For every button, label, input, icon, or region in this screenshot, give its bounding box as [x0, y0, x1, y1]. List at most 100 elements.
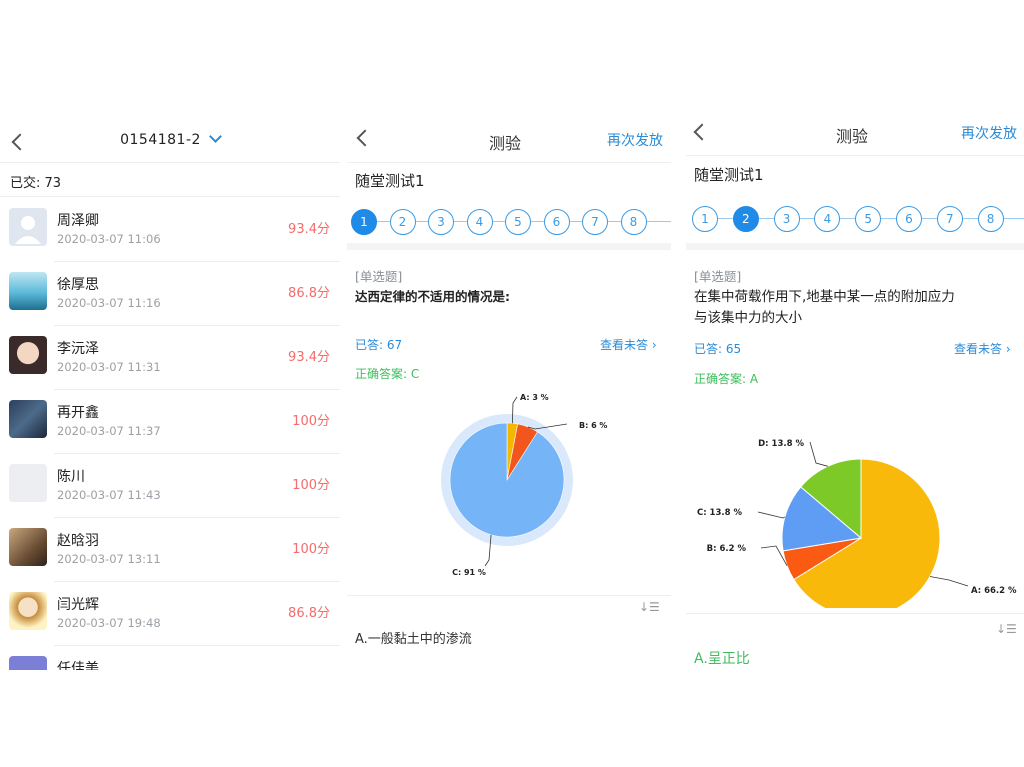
student-row[interactable]: 周泽卿 2020-03-07 11:06 93.4分: [0, 198, 340, 262]
student-score: 93.4分: [288, 350, 330, 365]
avatar: [9, 656, 47, 670]
question-text-line2: 与该集中力的大小: [694, 310, 802, 326]
divider: [0, 196, 340, 197]
student-row[interactable]: 李沅泽 2020-03-07 11:31 93.4分: [0, 326, 340, 390]
question-step-4[interactable]: 4: [814, 206, 841, 232]
question-step-3[interactable]: 3: [773, 206, 800, 232]
avatar: [9, 272, 47, 310]
question-step-7[interactable]: 7: [582, 209, 608, 235]
correct-answer: 正确答案: A: [694, 372, 759, 386]
class-selector[interactable]: 0154181-2: [0, 130, 340, 148]
avatar: [9, 400, 47, 438]
student-score: 100分: [292, 542, 330, 557]
question-step-2[interactable]: 2: [389, 209, 416, 235]
student-name: 闫光辉: [57, 597, 99, 613]
student-name: 再开鑫: [57, 405, 99, 421]
question-step-8[interactable]: 8: [620, 209, 647, 235]
correct-answer: 正确答案: C: [355, 367, 420, 381]
student-score: 100分: [292, 478, 330, 493]
view-unanswered-link[interactable]: 查看未答 ›: [954, 340, 1011, 357]
pie-leader-a: [929, 576, 969, 587]
pie-label-a: A: 66.2 %: [971, 586, 1017, 596]
answer-pie-chart: A: 66.2 % B: 6.2 % C: 13.8 % D: 13.8 %: [697, 439, 1017, 608]
student-row[interactable]: 再开鑫 2020-03-07 11:37 100分: [0, 390, 340, 454]
section-divider: [347, 243, 671, 250]
question-step-1[interactable]: 1: [351, 209, 377, 235]
resend-button[interactable]: 再次发放: [607, 130, 663, 150]
student-row[interactable]: 徐厚思 2020-03-07 11:16 86.8分: [0, 262, 340, 326]
pie-label-d: D: 13.8 %: [758, 439, 804, 449]
pie-leader-c: [757, 511, 786, 519]
avatar: [9, 464, 47, 502]
student-row[interactable]: 任佳美: [0, 646, 340, 670]
question-step-6[interactable]: 6: [543, 209, 570, 235]
question-step-1[interactable]: 1: [692, 206, 718, 232]
question-step-2[interactable]: 2: [732, 206, 759, 232]
divider: [0, 162, 340, 163]
student-name: 陈川: [57, 469, 85, 485]
divider: [347, 595, 671, 596]
student-name: 赵晗羽: [57, 533, 99, 549]
back-icon[interactable]: [356, 129, 374, 147]
pie-label-b: B: 6 %: [579, 421, 607, 430]
student-row[interactable]: 赵晗羽 2020-03-07 13:11 100分: [0, 518, 340, 582]
avatar: [9, 592, 47, 630]
student-name: 任佳美: [57, 661, 99, 670]
submit-time: 2020-03-07 11:06: [57, 232, 161, 246]
pie-leader-d: [809, 441, 828, 467]
question-type: [单选题]: [694, 269, 742, 284]
question-step-3[interactable]: 3: [428, 209, 454, 235]
question-step-5[interactable]: 5: [505, 209, 531, 235]
question-step-5[interactable]: 5: [855, 206, 882, 232]
section-divider: [686, 243, 1024, 250]
submit-time: 2020-03-07 19:48: [57, 616, 161, 630]
avatar: [9, 336, 47, 374]
student-row[interactable]: 闫光辉 2020-03-07 19:48 86.8分: [0, 582, 340, 646]
submit-time: 2020-03-07 11:43: [57, 488, 161, 502]
chevron-down-icon: [209, 130, 222, 143]
student-score: 86.8分: [288, 286, 330, 301]
pie-label-c: C: 13.8 %: [697, 508, 743, 518]
class-code: 0154181-2: [120, 132, 201, 148]
question-step-4[interactable]: 4: [466, 209, 493, 235]
student-score: 86.8分: [288, 606, 330, 621]
submitted-count: 已交: 73: [10, 176, 62, 191]
question-stepper: 12345678: [351, 207, 671, 237]
student-score: 93.4分: [288, 222, 330, 237]
chevron-right-icon: ›: [1005, 342, 1011, 356]
student-name: 徐厚思: [57, 277, 99, 293]
avatar: [9, 208, 47, 246]
divider: [686, 155, 1024, 156]
question-type: [单选题]: [355, 269, 403, 284]
resend-button[interactable]: 再次发放: [961, 123, 1017, 143]
answered-count: 已答: 65: [694, 342, 742, 356]
student-score: 100分: [292, 414, 330, 429]
answer-pie-chart: A: 3 % B: 6 % C: 91 %: [441, 393, 607, 577]
avatar: [9, 528, 47, 566]
question-step-8[interactable]: 8: [977, 206, 1004, 232]
quiz-panel-1: 测验 再次发放 随堂测试1 12345678 [单选题] 达西定律的不适用的情况…: [347, 110, 671, 655]
option-a: A.呈正比: [694, 651, 750, 667]
question-step-6[interactable]: 6: [896, 206, 922, 232]
student-name: 李沅泽: [57, 341, 99, 357]
question-step-7[interactable]: 7: [936, 206, 963, 232]
student-row[interactable]: 陈川 2020-03-07 11:43 100分: [0, 454, 340, 518]
submission-panel: 0154181-2 已交: 73 周泽卿 2020-03-07 11:06 93.4…: [0, 110, 340, 670]
sort-icon[interactable]: ↓☰: [639, 600, 660, 614]
back-icon[interactable]: [693, 123, 711, 141]
quiz-panel-2: 测验 再次发放 随堂测试1 12345678 [单选题] 在集中荷载作用下,地基…: [686, 110, 1024, 670]
submit-time: 2020-03-07 11:31: [57, 360, 161, 374]
sort-icon[interactable]: ↓☰: [996, 622, 1017, 636]
pie-label-b: B: 6.2 %: [707, 544, 747, 554]
submit-time: 2020-03-07 13:11: [57, 552, 161, 566]
view-unanswered-label: 查看未答: [600, 338, 649, 352]
quiz-name: 随堂测试1: [694, 166, 764, 184]
quiz-name: 随堂测试1: [355, 172, 425, 190]
view-unanswered-link[interactable]: 查看未答 ›: [600, 336, 657, 353]
student-name: 周泽卿: [57, 213, 99, 229]
submit-time: 2020-03-07 11:37: [57, 424, 161, 438]
divider: [686, 613, 1024, 614]
submit-time: 2020-03-07 11:16: [57, 296, 161, 310]
chevron-right-icon: ›: [651, 338, 657, 352]
pie-slice-c: [449, 422, 565, 538]
